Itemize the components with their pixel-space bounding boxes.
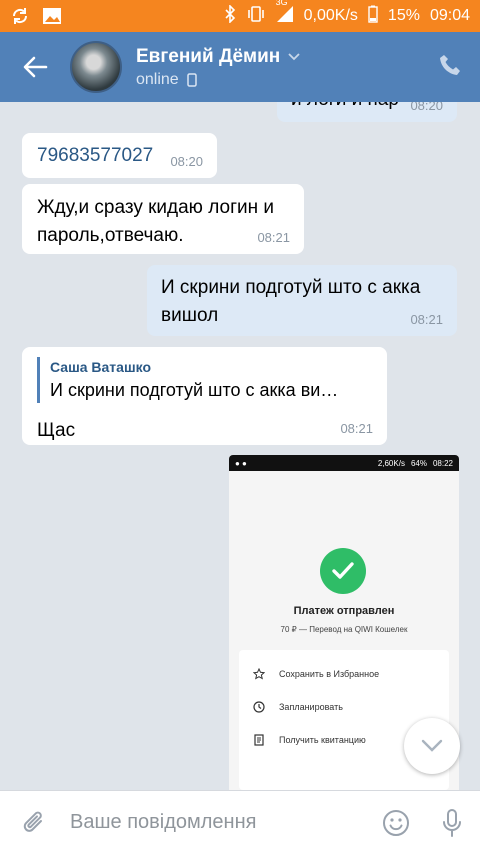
message-composer: Ваше повідомлення <box>0 790 480 854</box>
star-icon <box>253 668 265 680</box>
payment-subtitle: 70 ₽ — Перевод на QIWI Кошелек <box>280 625 408 634</box>
chevron-down-icon <box>288 52 300 60</box>
paperclip-icon <box>23 811 42 832</box>
message-time: 08:20 <box>410 102 443 114</box>
voice-record-button[interactable] <box>424 808 480 838</box>
message-time: 08:21 <box>257 230 290 246</box>
gallery-icon <box>42 7 62 25</box>
action-label: Сохранить в Избранное <box>279 669 380 679</box>
phone-number-link[interactable]: 79683577027 <box>37 145 153 166</box>
attachment-clock: 08:22 <box>432 458 453 468</box>
message-incoming[interactable]: 79683577027 08:20 <box>22 133 217 178</box>
online-status: online <box>136 70 179 88</box>
message-text-line: вишол <box>161 304 219 326</box>
action-label: Получить квитанцию <box>279 735 366 745</box>
message-text-line: Жду,и сразу кидаю логин и <box>37 197 274 218</box>
message-text-line: И скрини подготуй што с акка <box>161 277 421 298</box>
mobile-icon <box>186 72 197 87</box>
message-text-line: пароль,отвечаю. <box>37 224 184 246</box>
phone-icon <box>440 54 460 75</box>
emoji-button[interactable] <box>368 809 424 837</box>
status-bar: 3G 0,00K/s 15% 09:04 <box>0 0 480 32</box>
scroll-down-button[interactable] <box>404 718 460 774</box>
message-time: 08:21 <box>340 421 373 437</box>
back-button[interactable] <box>0 32 70 102</box>
message-incoming[interactable]: Жду,и сразу кидаю логин и пароль,отвечаю… <box>22 184 304 254</box>
contact-info[interactable]: Евгений Дёмин online <box>136 46 300 89</box>
message-input[interactable]: Ваше повідомлення <box>70 791 368 854</box>
bluetooth-icon <box>224 3 236 28</box>
vibrate-icon <box>246 5 266 28</box>
battery-icon <box>368 5 378 28</box>
receipt-icon <box>254 734 264 746</box>
message-list[interactable]: и логи и пар 08:20 79683577027 08:20 Жду… <box>0 102 480 790</box>
attachment-battery: 64% <box>410 458 427 468</box>
signal-icon: 3G <box>276 0 294 28</box>
microphone-icon <box>443 808 461 837</box>
message-outgoing[interactable]: И скрини подготуй што с акка вишол 08:21 <box>147 265 457 336</box>
message-text: Щас <box>37 420 76 442</box>
attach-button[interactable] <box>0 808 70 838</box>
call-button[interactable] <box>438 53 462 82</box>
contact-name: Евгений Дёмин <box>136 45 281 67</box>
clock-icon <box>253 701 265 713</box>
quoted-author: Саша Ваташко <box>50 359 151 375</box>
avatar[interactable] <box>70 41 122 93</box>
quoted-text: И скрини подготуй што с акка ви… <box>50 380 339 401</box>
quoted-message[interactable]: Саша Ваташко И скрини подготуй што с акк… <box>37 357 372 404</box>
payment-title: Платеж отправлен <box>293 605 395 617</box>
attachment-network-speed: 2,60K/s <box>377 458 405 468</box>
action-row: Сохранить в Избранное <box>253 668 379 680</box>
message-text: и логи и пар <box>291 102 399 110</box>
message-incoming-reply[interactable]: Саша Ваташко И скрини подготуй што с акк… <box>22 347 387 445</box>
action-label: Запланировать <box>279 702 343 712</box>
smile-icon <box>383 809 409 836</box>
network-speed: 0,00K/s <box>303 7 358 24</box>
attachment-app-icons: ● ● <box>235 458 247 468</box>
sync-icon <box>10 7 30 25</box>
clock: 09:04 <box>429 7 470 24</box>
chevron-down-icon <box>421 739 443 752</box>
chat-header: Евгений Дёмин online <box>0 32 480 102</box>
message-outgoing[interactable]: и логи и пар 08:20 <box>277 102 457 122</box>
message-time: 08:20 <box>170 154 203 170</box>
action-row: Получить квитанцию <box>253 734 366 746</box>
message-time: 08:21 <box>410 312 443 328</box>
attachment-status-bar: ● ● 2,60K/s 64% 08:22 <box>229 455 459 471</box>
success-check-icon <box>320 548 366 594</box>
arrow-left-icon <box>23 56 48 78</box>
action-row: Запланировать <box>253 701 343 713</box>
battery-level: 15% <box>387 7 420 24</box>
